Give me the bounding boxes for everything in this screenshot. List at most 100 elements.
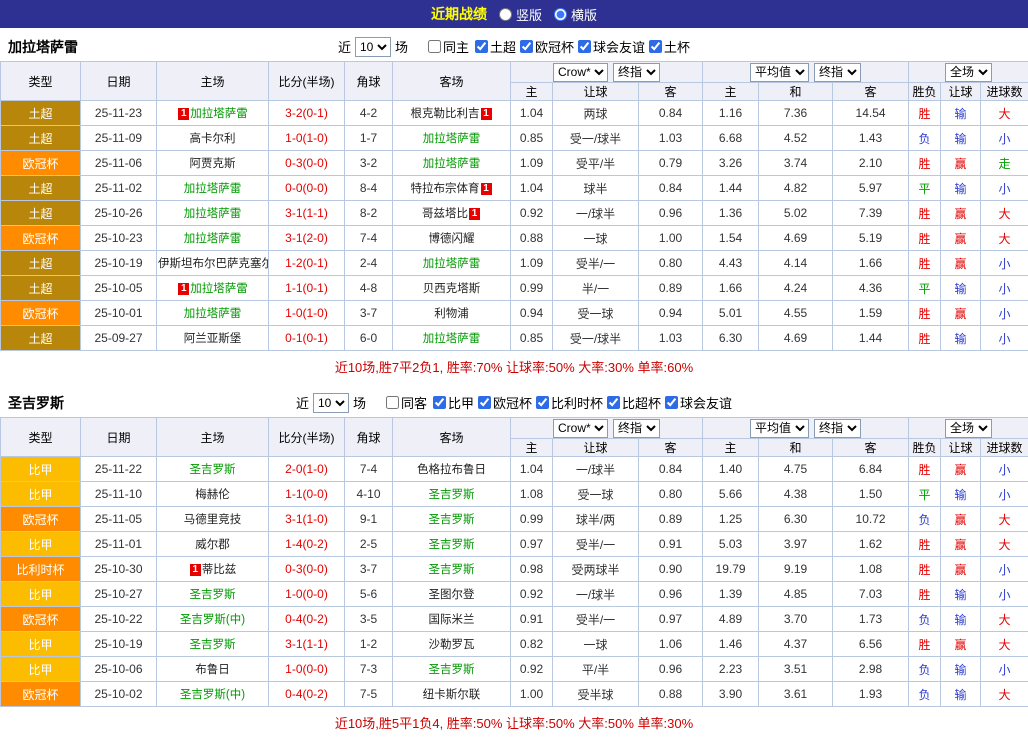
team-name[interactable]: 加拉塔萨雷 <box>184 183 242 195</box>
team-name[interactable]: 纽卡斯尔联 <box>423 689 481 701</box>
team-name[interactable]: 圣图尔登 <box>429 589 475 601</box>
comp-filter[interactable]: 球会友谊 <box>665 393 732 412</box>
avg-odds-select[interactable]: 平均值 <box>750 419 809 438</box>
team-name[interactable]: 圣吉罗斯(中) <box>180 614 245 626</box>
result-goals: 大 <box>981 226 1028 251</box>
team-name[interactable]: 加拉塔萨雷 <box>423 158 481 170</box>
comp-checkbox[interactable] <box>478 396 491 409</box>
team-name[interactable]: 蒂比兹 <box>202 564 237 576</box>
comp-filter[interactable]: 欧冠杯 <box>478 393 532 412</box>
team-name[interactable]: 圣吉罗斯 <box>429 664 475 676</box>
team-name[interactable]: 高卡尔利 <box>190 133 236 145</box>
comp-checkbox[interactable] <box>433 396 446 409</box>
away-team: 利物浦 <box>393 301 511 326</box>
league-badge: 欧冠杯 <box>1 682 81 707</box>
team-name[interactable]: 圣吉罗斯 <box>429 564 475 576</box>
team-name[interactable]: 阿兰亚斯堡 <box>184 333 242 345</box>
same-venue-filter[interactable]: 同主 <box>428 37 469 56</box>
team-name[interactable]: 加拉塔萨雷 <box>423 258 481 270</box>
count-select[interactable]: 10 <box>313 393 349 413</box>
home-team: 马德里竞技 <box>157 507 269 532</box>
team-name[interactable]: 威尔郡 <box>195 539 230 551</box>
avg-draw: 3.70 <box>759 607 833 632</box>
team-name[interactable]: 色格拉布鲁日 <box>417 464 486 476</box>
team-name[interactable]: 哥兹塔比 <box>422 208 468 220</box>
match-date: 25-10-19 <box>81 251 157 276</box>
team-name[interactable]: 贝西克塔斯 <box>423 283 481 295</box>
comp-checkbox[interactable] <box>536 396 549 409</box>
league-badge: 比甲 <box>1 482 81 507</box>
comp-filter[interactable]: 土超 <box>475 37 516 56</box>
comp-checkbox[interactable] <box>578 40 591 53</box>
team-name[interactable]: 阿贾克斯 <box>190 158 236 170</box>
odds-away: 0.88 <box>639 682 703 707</box>
team-name[interactable]: 沙勒罗瓦 <box>429 639 475 651</box>
team-name[interactable]: 马德里竞技 <box>184 514 242 526</box>
avg-stage-select[interactable]: 终指 <box>814 419 861 438</box>
comp-checkbox[interactable] <box>665 396 678 409</box>
team-name[interactable]: 加拉塔萨雷 <box>190 283 248 295</box>
comp-filter[interactable]: 比超杯 <box>607 393 661 412</box>
team-name[interactable]: 圣吉罗斯(中) <box>180 689 245 701</box>
comp-filter[interactable]: 土杯 <box>649 37 690 56</box>
comp-checkbox[interactable] <box>520 40 533 53</box>
vertical-radio[interactable] <box>499 8 512 21</box>
team-name[interactable]: 圣吉罗斯 <box>190 589 236 601</box>
match-date: 25-10-22 <box>81 607 157 632</box>
scope-select[interactable]: 全场 <box>945 419 992 438</box>
near-label: 近 <box>296 393 309 412</box>
odds-home: 0.88 <box>511 226 553 251</box>
team-name[interactable]: 梅赫伦 <box>195 489 230 501</box>
team-name[interactable]: 圣吉罗斯 <box>429 514 475 526</box>
comp-checkbox[interactable] <box>649 40 662 53</box>
avg-odds-group: 平均值 终指 <box>703 62 909 83</box>
team-name[interactable]: 加拉塔萨雷 <box>184 233 242 245</box>
team-name[interactable]: 根克勒比利吉 <box>411 108 480 120</box>
league-badge: 比甲 <box>1 657 81 682</box>
scope-select[interactable]: 全场 <box>945 63 992 82</box>
avg-odds-select[interactable]: 平均值 <box>750 63 809 82</box>
same-venue-checkbox[interactable] <box>386 396 399 409</box>
team-name[interactable]: 加拉塔萨雷 <box>184 308 242 320</box>
team-name[interactable]: 圣吉罗斯 <box>429 489 475 501</box>
odds-provider-select[interactable]: Crow* <box>553 419 608 438</box>
team-name[interactable]: 圣吉罗斯 <box>429 539 475 551</box>
team-name[interactable]: 布鲁日 <box>195 664 230 676</box>
comp-filter[interactable]: 球会友谊 <box>578 37 645 56</box>
team-name[interactable]: 博德闪耀 <box>429 233 475 245</box>
team-name[interactable]: 特拉布宗体育 <box>411 183 480 195</box>
team-name[interactable]: 利物浦 <box>434 308 469 320</box>
avg-stage-select[interactable]: 终指 <box>814 63 861 82</box>
team-name[interactable]: 国际米兰 <box>429 614 475 626</box>
same-venue-checkbox[interactable] <box>428 40 441 53</box>
horizontal-radio[interactable] <box>554 8 567 21</box>
layout-horizontal-option[interactable]: 横版 <box>554 5 597 24</box>
comp-checkbox[interactable] <box>607 396 620 409</box>
odds-stage-select[interactable]: 终指 <box>613 63 660 82</box>
team-name[interactable]: 圣吉罗斯 <box>190 464 236 476</box>
team-name[interactable]: 圣吉罗斯 <box>190 639 236 651</box>
team-name[interactable]: 加拉塔萨雷 <box>190 108 248 120</box>
comp-filter[interactable]: 比利时杯 <box>536 393 603 412</box>
team-name[interactable]: 加拉塔萨雷 <box>423 333 481 345</box>
odds-stage-select[interactable]: 终指 <box>613 419 660 438</box>
comp-filter[interactable]: 比甲 <box>433 393 474 412</box>
odds-away: 0.84 <box>639 457 703 482</box>
match-date: 25-10-26 <box>81 201 157 226</box>
near-label: 近 <box>338 37 351 56</box>
away-team: 色格拉布鲁日 <box>393 457 511 482</box>
away-team: 国际米兰 <box>393 607 511 632</box>
col-home: 主场 <box>157 62 269 101</box>
corners: 4-8 <box>345 276 393 301</box>
same-venue-filter[interactable]: 同客 <box>386 393 427 412</box>
corners: 5-6 <box>345 582 393 607</box>
comp-checkbox[interactable] <box>475 40 488 53</box>
layout-vertical-option[interactable]: 竖版 <box>499 5 542 24</box>
odds-provider-select[interactable]: Crow* <box>553 63 608 82</box>
comp-filter[interactable]: 欧冠杯 <box>520 37 574 56</box>
team-name[interactable]: 加拉塔萨雷 <box>184 208 242 220</box>
team-name[interactable]: 伊斯坦布尔巴萨克塞尔 <box>158 258 269 270</box>
team-name[interactable]: 加拉塔萨雷 <box>423 133 481 145</box>
count-select[interactable]: 10 <box>355 37 391 57</box>
result-goals: 小 <box>981 301 1028 326</box>
